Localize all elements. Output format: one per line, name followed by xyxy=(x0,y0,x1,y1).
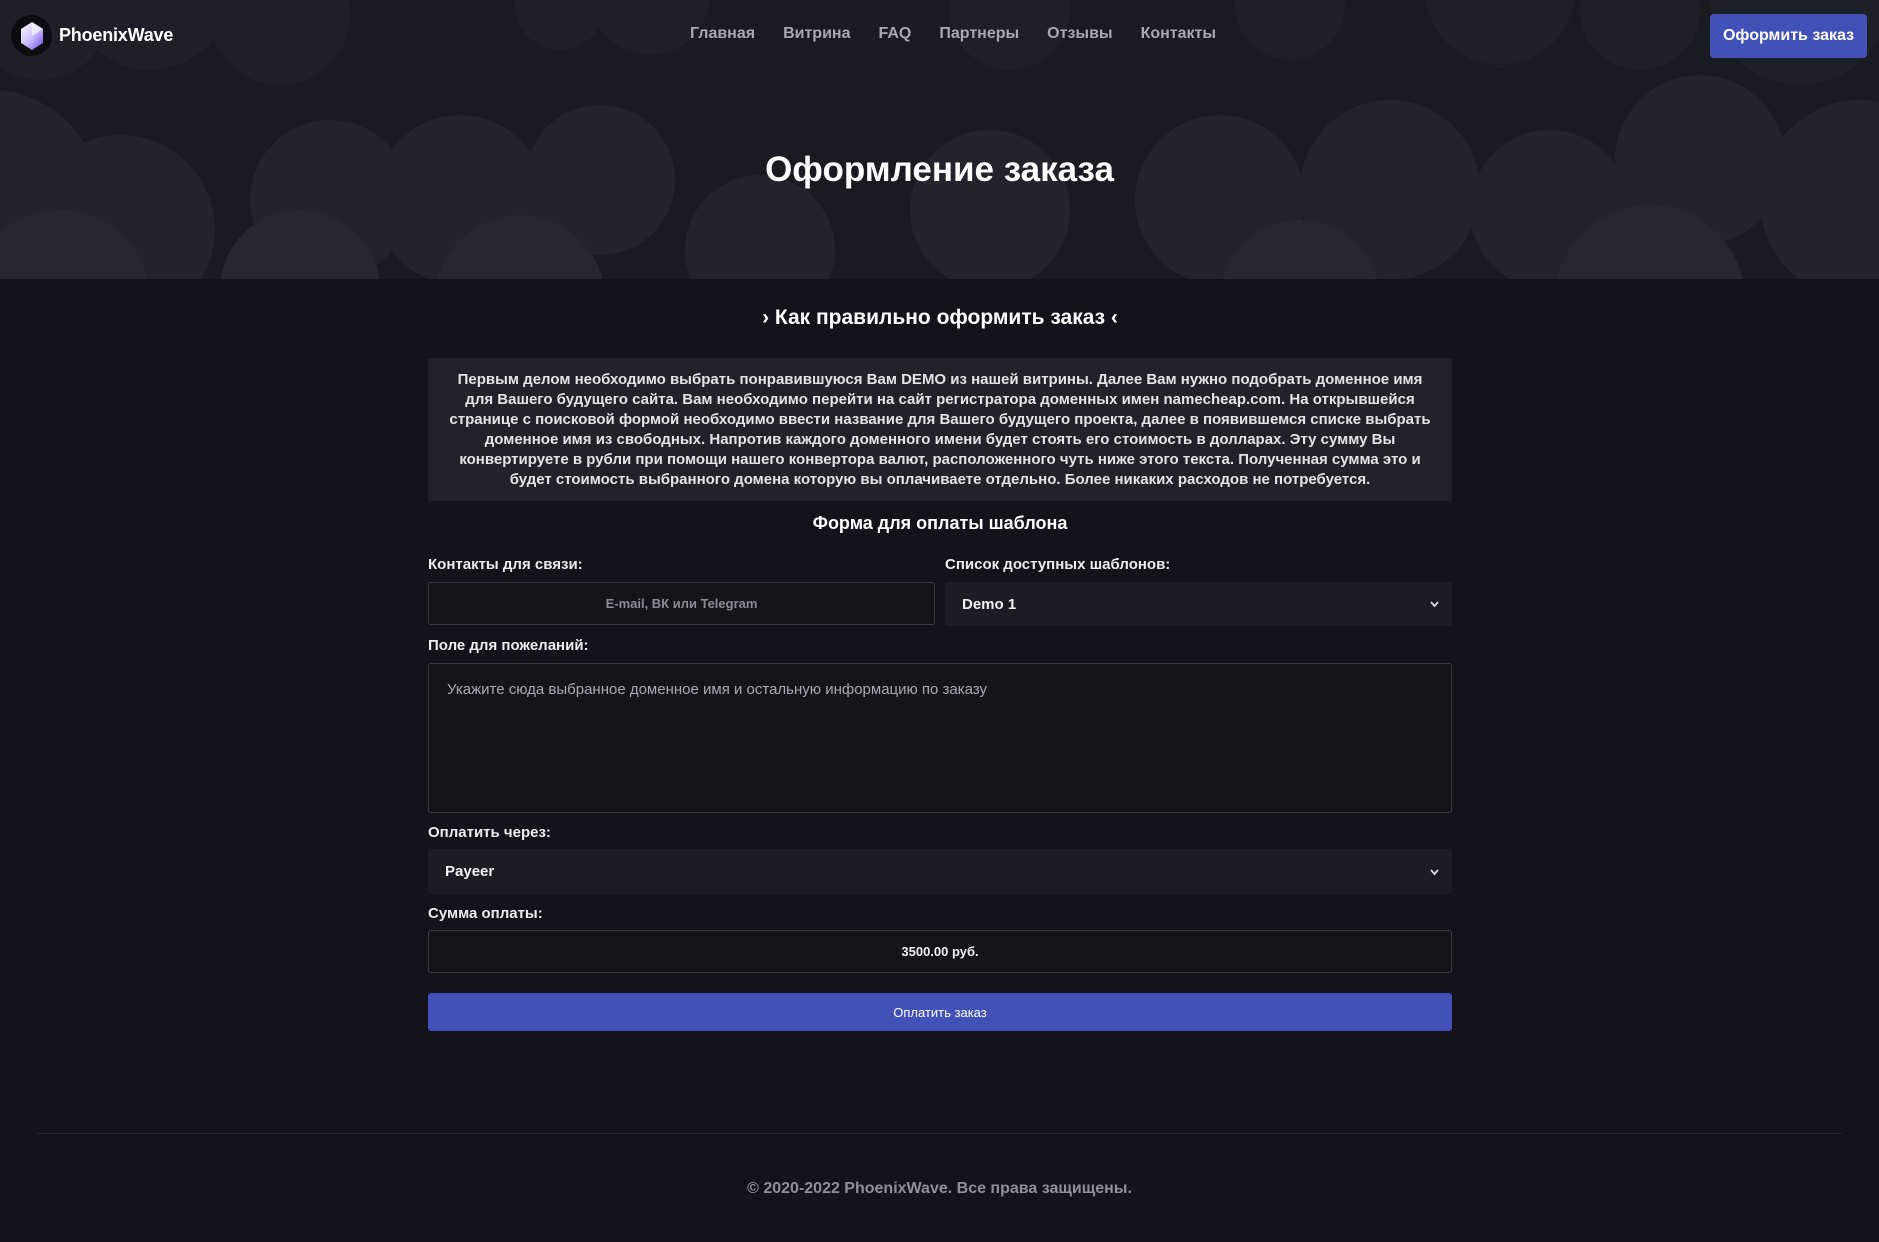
order-button[interactable]: Оформить заказ xyxy=(1710,14,1867,58)
contacts-field-wrapper xyxy=(428,582,935,625)
nav-item-reviews[interactable]: Отзывы xyxy=(1047,25,1112,43)
chevron-down-icon xyxy=(1430,868,1439,875)
pay-order-button[interactable]: Оплатить заказ xyxy=(428,993,1452,1031)
amount-field: 3500.00 руб. xyxy=(428,930,1452,973)
amount-value: 3500.00 руб. xyxy=(901,944,979,959)
chevron-down-icon xyxy=(1430,601,1439,608)
payment-select[interactable]: Payeer xyxy=(428,849,1452,894)
nav-item-showcase[interactable]: Витрина xyxy=(783,25,850,43)
form-title: Форма для оплаты шаблона xyxy=(812,513,1068,533)
nav-item-faq[interactable]: FAQ xyxy=(878,25,911,43)
nav-item-home[interactable]: Главная xyxy=(690,25,755,43)
nav-item-contacts[interactable]: Контакты xyxy=(1141,25,1216,43)
amount-label: Сумма оплаты: xyxy=(428,905,543,922)
footer-divider xyxy=(37,1133,1842,1134)
site-header: PhoenixWave Главная Витрина FAQ Партнеры… xyxy=(0,0,1879,72)
main-nav: Главная Витрина FAQ Партнеры Отзывы Конт… xyxy=(690,25,1244,43)
guide-text: Первым делом необходимо выбрать понравив… xyxy=(428,358,1452,501)
templates-label: Список доступных шаблонов: xyxy=(945,556,1171,573)
guide-title: › Как правильно оформить заказ ‹ xyxy=(762,306,1118,329)
payment-selected-value: Payeer xyxy=(445,863,495,880)
brand-logo[interactable]: PhoenixWave xyxy=(11,15,173,56)
templates-selected-value: Demo 1 xyxy=(962,595,1017,613)
payment-label: Оплатить через: xyxy=(428,824,551,841)
contacts-label: Контакты для связи: xyxy=(428,556,583,573)
wishes-textarea[interactable]: Укажите сюда выбранное доменное имя и ос… xyxy=(428,663,1452,813)
wishes-label: Поле для пожеланий: xyxy=(428,637,589,654)
footer-copyright: © 2020-2022 PhoenixWave. Все права защищ… xyxy=(747,1180,1132,1197)
templates-select[interactable]: Demo 1 xyxy=(945,582,1452,626)
page-title: Оформление заказа xyxy=(765,150,1114,189)
brand-name: PhoenixWave xyxy=(59,25,174,45)
contacts-input[interactable] xyxy=(429,583,934,624)
wishes-placeholder: Укажите сюда выбранное доменное имя и ос… xyxy=(447,681,988,698)
nav-item-partners[interactable]: Партнеры xyxy=(939,25,1019,43)
phoenix-logo-icon xyxy=(11,15,52,56)
